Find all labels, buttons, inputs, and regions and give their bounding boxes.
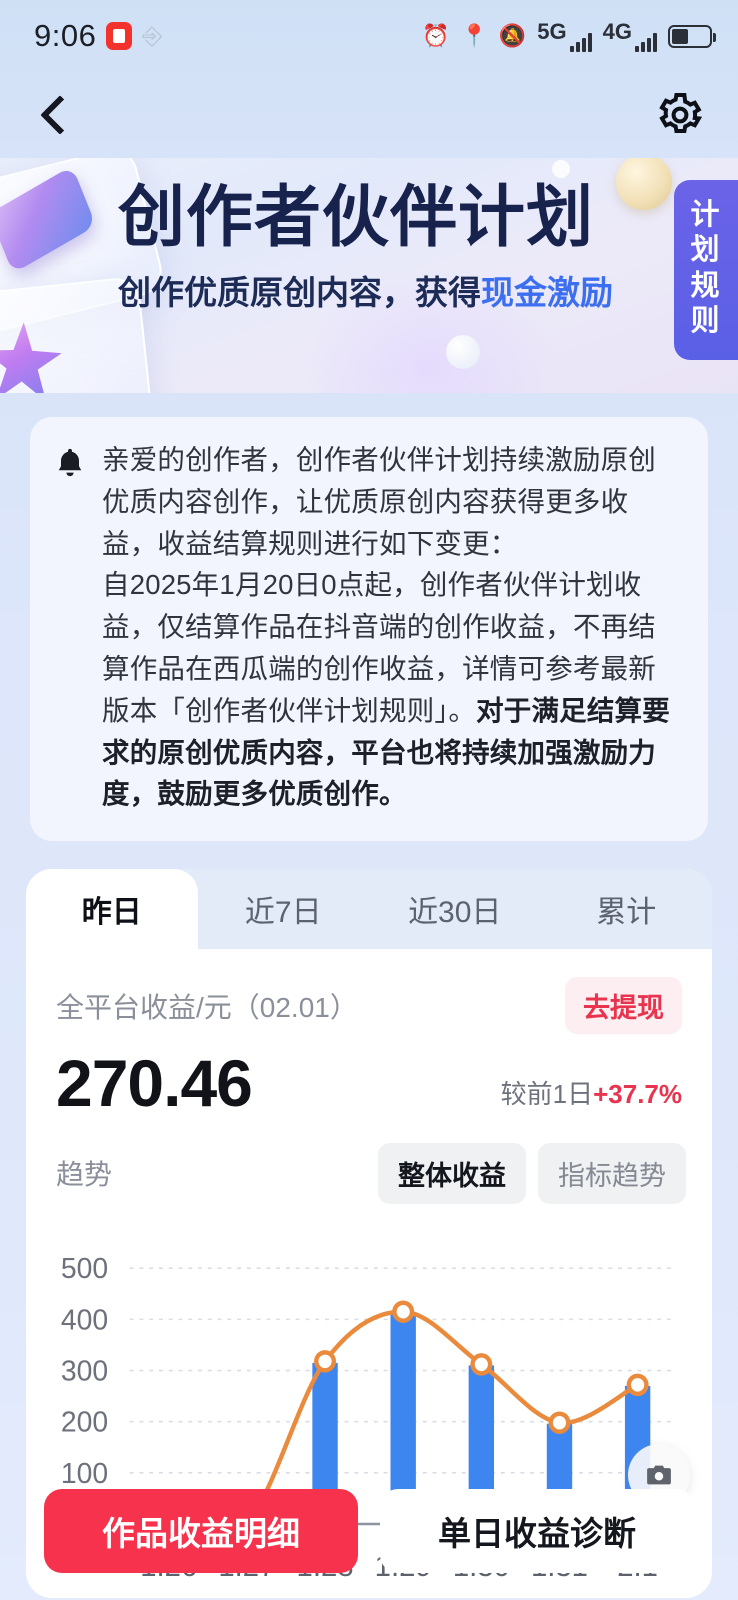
announcement-line-2: 自2025年1月20日0点起，创作者伙伴计划收益，仅结算作品在抖音端的创作收益，… [102, 564, 682, 815]
hero-banner: 创作者伙伴计划 创作优质原创内容，获得现金激励 计 划 规 则 [0, 158, 738, 393]
revenue-amount-row: 270.46 较前1日+37.7% [26, 1034, 712, 1125]
trend-toggle-group: 整体收益 指标趋势 [378, 1142, 686, 1204]
mute-icon: 🔕 [498, 23, 527, 48]
tab-label: 累计 [596, 896, 657, 930]
tab-label: 近30日 [408, 896, 502, 930]
announcement-text: 亲爱的创作者，创作者伙伴计划持续激励原创优质内容创作，让优质原创内容获得更多收益… [102, 439, 682, 815]
hero-subtitle-plain: 创作优质原创内容，获得 [118, 274, 481, 312]
svg-text:400: 400 [61, 1304, 108, 1336]
plan-rules-char: 划 [690, 234, 722, 267]
status-bar: 9:06 ⎆ ⏰ 📍 🔕 5G 4G [0, 0, 738, 72]
tab-label: 近7日 [244, 896, 322, 930]
revenue-delta-prefix: 较前1日 [500, 1078, 594, 1109]
plan-rules-char: 计 [690, 199, 722, 231]
daily-revenue-diagnosis-button[interactable]: 单日收益诊断 [380, 1489, 694, 1573]
bottom-action-bar: 作品收益明细 单日收益诊断 [0, 1462, 738, 1600]
trend-label: 趋势 [56, 1159, 113, 1191]
plan-rules-tab[interactable]: 计 划 规 则 [674, 180, 738, 360]
nfc-icon: ⎆ [142, 21, 163, 50]
status-bar-left: 9:06 ⎆ [34, 18, 162, 54]
location-icon: 📍 [460, 23, 488, 48]
tab-cumulative[interactable]: 累计 [541, 869, 713, 949]
battery-icon [668, 24, 716, 48]
revenue-header-row: 全平台收益/元（02.01） 去提现 [26, 949, 712, 1035]
period-tabs: 昨日 近7日 近30日 累计 [26, 869, 713, 950]
status-bar-right: ⏰ 📍 🔕 5G 4G [422, 20, 716, 52]
announcement-card: 亲爱的创作者，创作者伙伴计划持续激励原创优质内容创作，让优质原创内容获得更多收益… [30, 417, 708, 842]
revenue-delta: 较前1日+37.7% [501, 1074, 682, 1125]
page-title: 创作者伙伴计划 [118, 180, 594, 255]
hero-subtitle: 创作优质原创内容，获得现金激励 [118, 266, 658, 314]
record-icon [106, 22, 133, 50]
decorative-cube-icon [0, 165, 97, 274]
tab-last-7-days[interactable]: 近7日 [198, 869, 370, 949]
plan-rules-char: 规 [690, 269, 722, 302]
withdraw-button[interactable]: 去提现 [565, 977, 682, 1035]
segment-overall-revenue[interactable]: 整体收益 [378, 1142, 526, 1204]
revenue-amount: 270.46 [56, 1046, 253, 1121]
plan-rules-char: 则 [690, 305, 722, 338]
tab-label: 昨日 [81, 896, 142, 930]
svg-text:200: 200 [61, 1406, 108, 1438]
back-chevron-icon[interactable] [32, 93, 76, 137]
announcement-line-1: 亲爱的创作者，创作者伙伴计划持续激励原创优质内容创作，让优质原创内容获得更多收益… [102, 444, 656, 559]
decorative-bubble-icon [446, 335, 480, 369]
decorative-star-icon [0, 321, 63, 393]
svg-text:500: 500 [61, 1253, 108, 1285]
nav-bar [0, 72, 738, 158]
svg-text:300: 300 [61, 1355, 108, 1387]
hero-text-block: 创作者伙伴计划 创作优质原创内容，获得现金激励 [118, 180, 658, 314]
work-revenue-detail-button[interactable]: 作品收益明细 [44, 1489, 358, 1573]
segment-metric-trend[interactable]: 指标趋势 [538, 1142, 686, 1204]
revenue-delta-value: +37.7% [593, 1078, 682, 1109]
hero-subtitle-highlight: 现金激励 [481, 274, 613, 312]
signal-4g-icon: 4G [603, 20, 657, 52]
decorative-bubble-icon [552, 160, 570, 178]
trend-header-row: 趋势 整体收益 指标趋势 [26, 1125, 712, 1204]
gear-icon[interactable] [656, 91, 704, 139]
alarm-icon: ⏰ [422, 23, 450, 48]
revenue-label: 全平台收益/元（02.01） [56, 991, 358, 1023]
tab-last-30-days[interactable]: 近30日 [369, 869, 541, 949]
tab-yesterday[interactable]: 昨日 [26, 869, 198, 950]
status-bar-time: 9:06 [34, 18, 97, 53]
bell-icon [52, 445, 88, 815]
signal-5g-icon: 5G [537, 20, 592, 52]
